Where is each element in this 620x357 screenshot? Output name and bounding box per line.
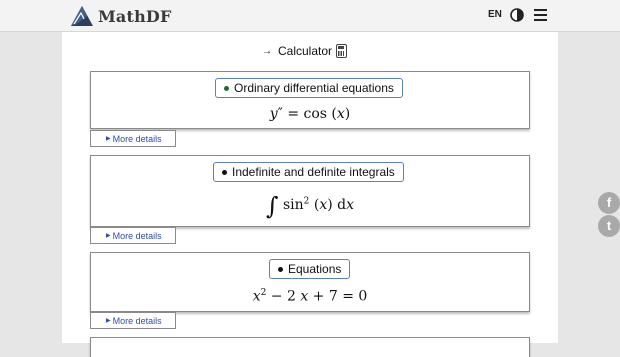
example-card-ode[interactable]: Ordinary differential equations y″ = cos…: [90, 71, 530, 129]
bullet-icon: [222, 169, 227, 175]
twitter-icon[interactable]: t: [598, 215, 620, 237]
more-details-label: More details: [112, 315, 162, 326]
example-card-equations[interactable]: Equations x2 − 2 x + 7 = 0: [90, 252, 530, 312]
example-card-integrals[interactable]: Indefinite and definite integrals ∫ sin2…: [90, 155, 530, 227]
caret-right-icon: ▶: [106, 318, 111, 324]
calculator-link[interactable]: → Calculator: [262, 42, 348, 60]
category-button-equations[interactable]: Equations: [269, 259, 351, 279]
arrow-right-icon: →: [262, 45, 272, 57]
category-label: Ordinary differential equations: [234, 81, 394, 95]
calculator-link-label: Calculator: [278, 44, 333, 58]
logo-icon: [71, 6, 93, 26]
caret-right-icon: ▶: [106, 233, 111, 239]
example-card-partial[interactable]: [90, 337, 530, 357]
bullet-icon: [278, 266, 283, 272]
contrast-toggle-icon[interactable]: [510, 8, 524, 22]
more-details-button[interactable]: ▶ More details: [90, 312, 176, 329]
more-details-label: More details: [112, 133, 162, 144]
more-details-label: More details: [112, 230, 162, 241]
logo[interactable]: MathDF: [70, 4, 172, 28]
category-label: Indefinite and definite integrals: [232, 165, 395, 179]
caret-right-icon: ▶: [106, 136, 111, 142]
category-button-ode[interactable]: Ordinary differential equations: [215, 78, 403, 98]
calculator-icon: [336, 44, 348, 58]
facebook-icon[interactable]: f: [598, 192, 620, 214]
category-label: Equations: [288, 262, 342, 276]
language-selector[interactable]: EN: [488, 9, 502, 20]
example-formula: y″ = cos (x): [269, 106, 351, 122]
example-formula: ∫ sin2 (x) dx: [266, 192, 354, 220]
top-bar: MathDF EN: [0, 0, 620, 32]
example-formula: x2 − 2 x + 7 = 0: [252, 288, 368, 305]
logo-name: MathDF: [98, 6, 172, 26]
more-details-button[interactable]: ▶ More details: [90, 227, 176, 244]
bullet-icon: [224, 85, 229, 91]
menu-icon[interactable]: [534, 9, 547, 21]
more-details-button[interactable]: ▶ More details: [90, 130, 176, 147]
category-button-integrals[interactable]: Indefinite and definite integrals: [213, 162, 404, 182]
